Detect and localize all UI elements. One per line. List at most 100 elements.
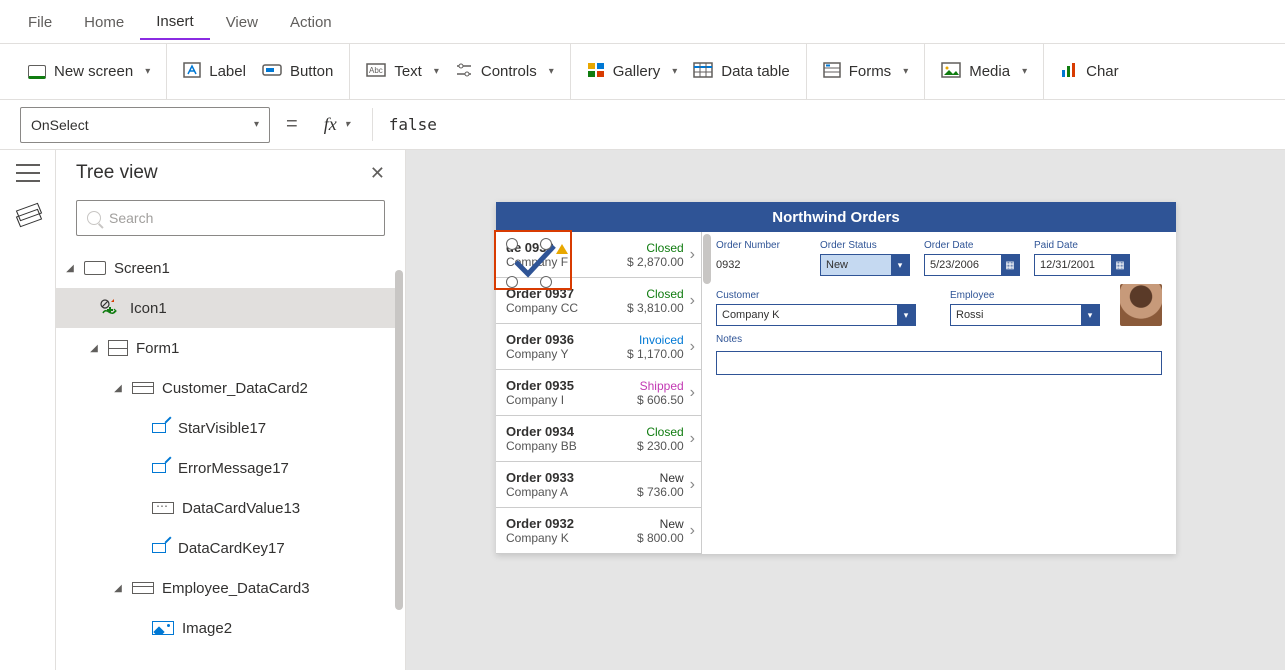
gallery-row[interactable]: Order 0932Company KNew$ 800.00› <box>496 508 701 554</box>
menu-action[interactable]: Action <box>274 4 348 39</box>
order-date-picker[interactable]: 5/23/2006 ▦ <box>924 254 1020 276</box>
chevron-down-icon: ▾ <box>434 66 439 77</box>
close-icon[interactable]: ✕ <box>370 163 385 184</box>
tree-node-starvisible[interactable]: StarVisible17 <box>56 408 401 448</box>
button-button[interactable]: Button <box>262 62 333 82</box>
datacard-icon <box>132 382 154 394</box>
forms-button[interactable]: Forms ▾ <box>823 62 909 82</box>
scrollbar-thumb[interactable] <box>395 270 403 610</box>
employee-label: Employee <box>950 290 1100 301</box>
unsaved-check-icon <box>100 299 122 317</box>
paid-date-picker[interactable]: 12/31/2001 ▦ <box>1034 254 1130 276</box>
media-button[interactable]: Media ▾ <box>941 62 1027 82</box>
equals-sign: = <box>282 113 302 136</box>
gallery-row[interactable]: Order 0937Company CCClosed$ 3,810.00› <box>496 278 701 324</box>
tree-view-title: Tree view <box>76 162 158 184</box>
tree-node-employee-card[interactable]: ◢ Employee_DataCard3 <box>56 568 401 608</box>
tree-node-screen1[interactable]: ◢ Screen1 <box>56 248 401 288</box>
chart-button[interactable]: Char <box>1060 62 1119 82</box>
resize-handle[interactable] <box>506 238 518 250</box>
order-gallery[interactable]: de 0938Company FClosed$ 2,870.00›Order 0… <box>496 232 702 554</box>
gallery-row[interactable]: Order 0933Company ANew$ 736.00› <box>496 462 701 508</box>
gallery-button[interactable]: Gallery ▾ <box>587 62 678 82</box>
menu-insert[interactable]: Insert <box>140 3 210 40</box>
text-button[interactable]: Abc Text ▾ <box>366 63 439 81</box>
tree-node-customer-card[interactable]: ◢ Customer_DataCard2 <box>56 368 401 408</box>
order-status-dropdown[interactable]: New ▾ <box>820 254 910 276</box>
fx-button[interactable]: fx ▾ <box>314 114 360 135</box>
chevron-down-icon: ▾ <box>897 304 915 326</box>
hamburger-icon[interactable] <box>16 164 40 182</box>
new-screen-button[interactable]: New screen ▾ <box>28 63 150 80</box>
tree-list: ◢ Screen1 Icon1 ◢ Form1 ◢ Customer_DataC… <box>56 248 405 670</box>
resize-handle[interactable] <box>540 238 552 250</box>
tree-node-form1[interactable]: ◢ Form1 <box>56 328 401 368</box>
order-company: Company CC <box>506 301 627 315</box>
chevron-down-icon: ▾ <box>891 254 909 276</box>
gallery-row[interactable]: Order 0935Company IShipped$ 606.50› <box>496 370 701 416</box>
label-edit-icon <box>152 541 170 555</box>
employee-dropdown[interactable]: Rossi ▾ <box>950 304 1100 326</box>
order-amount: $ 606.50 <box>637 393 684 407</box>
label-edit-icon <box>152 421 170 435</box>
tree-node-icon1[interactable]: Icon1 <box>56 288 401 328</box>
tree-view-rail-button[interactable] <box>0 206 47 226</box>
gallery-row[interactable]: Order 0934Company BBClosed$ 230.00› <box>496 416 701 462</box>
tree-node-image2[interactable]: Image2 <box>56 608 401 648</box>
resize-handle[interactable] <box>540 276 552 288</box>
formula-input[interactable]: false <box>372 108 1265 141</box>
order-company: Company A <box>506 485 637 499</box>
new-screen-label: New screen <box>54 63 133 80</box>
order-status-value: New <box>826 259 848 271</box>
property-name: OnSelect <box>31 117 89 133</box>
order-status: New <box>637 517 684 531</box>
order-amount: $ 2,870.00 <box>627 255 684 269</box>
chart-icon <box>1060 62 1078 82</box>
order-number-label: Order Number <box>716 240 806 251</box>
tree-node-errormessage[interactable]: ErrorMessage17 <box>56 448 401 488</box>
label-text: Label <box>209 63 246 80</box>
employee-photo <box>1120 284 1162 326</box>
label-edit-icon <box>152 461 170 475</box>
search-input[interactable]: Search <box>76 200 385 236</box>
canvas[interactable]: Northwind Orders de 0938Company FClosed$… <box>406 150 1285 670</box>
resize-handle[interactable] <box>506 276 518 288</box>
notes-input[interactable] <box>716 351 1162 375</box>
layers-icon <box>18 206 38 226</box>
collapse-icon[interactable]: ◢ <box>112 383 124 394</box>
tree-label: Icon1 <box>130 300 167 317</box>
calendar-icon: ▦ <box>1111 254 1129 276</box>
order-title: Order 0936 <box>506 332 627 347</box>
tree-label: ErrorMessage17 <box>178 460 289 477</box>
property-selector[interactable]: OnSelect ▾ <box>20 107 270 143</box>
order-date-value: 5/23/2006 <box>930 259 979 271</box>
search-placeholder: Search <box>109 210 153 226</box>
tree-node-datacardvalue[interactable]: DataCardValue13 <box>56 488 401 528</box>
scrollbar-thumb[interactable] <box>703 234 711 284</box>
menu-home[interactable]: Home <box>68 4 140 39</box>
gallery-row[interactable]: Order 0936Company YInvoiced$ 1,170.00› <box>496 324 701 370</box>
menu-file[interactable]: File <box>12 4 68 39</box>
chevron-right-icon: › <box>690 522 695 540</box>
form-icon <box>108 340 128 356</box>
chevron-down-icon: ▾ <box>1022 66 1027 77</box>
data-table-button[interactable]: Data table <box>693 62 789 82</box>
gallery-icon <box>587 62 605 82</box>
menu-bar: File Home Insert View Action <box>0 0 1285 44</box>
button-icon <box>262 62 282 82</box>
tree-label: Form1 <box>136 340 179 357</box>
chevron-right-icon: › <box>690 430 695 448</box>
collapse-icon[interactable]: ◢ <box>64 263 76 274</box>
chevron-right-icon: › <box>690 476 695 494</box>
order-company: Company I <box>506 393 637 407</box>
customer-dropdown[interactable]: Company K ▾ <box>716 304 916 326</box>
controls-button[interactable]: Controls ▾ <box>455 62 554 82</box>
customer-value: Company K <box>722 309 779 321</box>
order-amount: $ 1,170.00 <box>627 347 684 361</box>
tree-node-datacardkey[interactable]: DataCardKey17 <box>56 528 401 568</box>
collapse-icon[interactable]: ◢ <box>112 583 124 594</box>
menu-view[interactable]: View <box>210 4 274 39</box>
collapse-icon[interactable]: ◢ <box>88 343 100 354</box>
label-button[interactable]: Label <box>183 62 246 82</box>
order-amount: $ 800.00 <box>637 531 684 545</box>
